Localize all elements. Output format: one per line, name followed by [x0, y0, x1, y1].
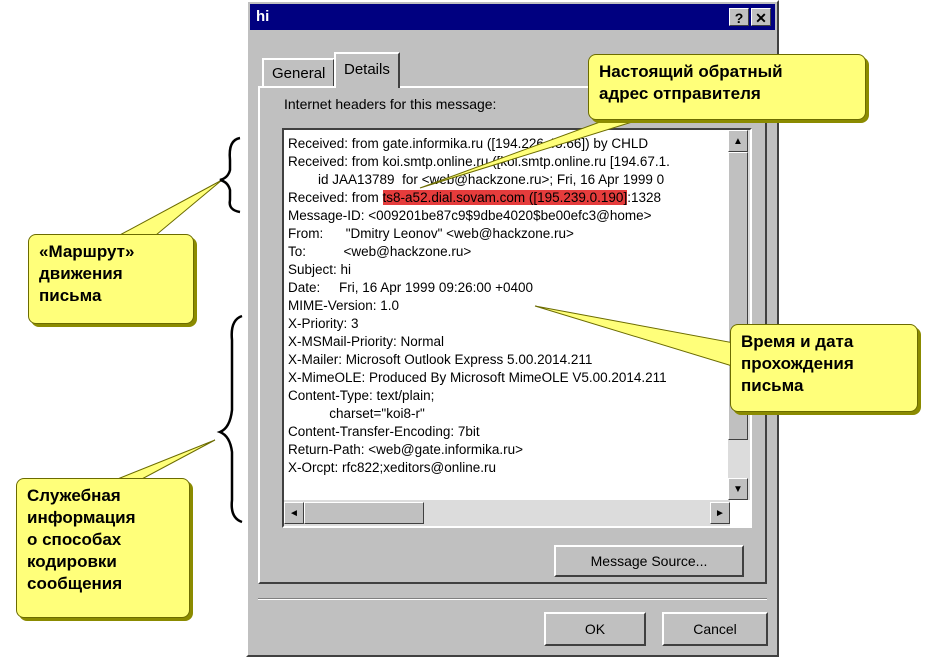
scroll-left-icon[interactable]: ◄	[284, 502, 304, 524]
header-line: Received: from koi.smtp.online.ru ([koi.…	[288, 154, 670, 169]
message-source-button[interactable]: Message Source...	[554, 545, 744, 577]
highlight-prefix: Received: from	[288, 190, 383, 205]
horizontal-scroll-thumb[interactable]	[304, 502, 424, 524]
headers-textbox[interactable]: Received: from gate.informika.ru ([194.2…	[282, 128, 752, 528]
vertical-scrollbar[interactable]: ▲ ▼	[728, 130, 750, 500]
header-line: X-MimeOLE: Produced By Microsoft MimeOLE…	[288, 370, 667, 385]
header-line: Content-Type: text/plain;	[288, 388, 435, 403]
cancel-button[interactable]: Cancel	[662, 612, 768, 646]
route-brace-icon	[219, 136, 241, 214]
header-line: X-Priority: 3	[288, 316, 359, 331]
header-line: From: "Dmitry Leonov" <web@hackzone.ru>	[288, 226, 574, 241]
header-line: MIME-Version: 1.0	[288, 298, 400, 313]
divider	[258, 598, 767, 600]
header-line-highlighted: Received: from ts8-a52.dial.sovam.com ([…	[288, 188, 661, 208]
sender-address-callout: Настоящий обратный адрес отправителя	[588, 54, 866, 120]
service-info-callout: Служебная информация о способах кодировк…	[16, 478, 190, 618]
header-line: Subject: hi	[288, 262, 352, 277]
tab-details[interactable]: Details	[334, 52, 400, 88]
header-line: X-Mailer: Microsoft Outlook Express 5.00…	[288, 352, 593, 367]
header-line: Date: Fri, 16 Apr 1999 09:26:00 +0400	[288, 280, 534, 295]
header-line: Content-Transfer-Encoding: 7bit	[288, 424, 480, 439]
title-bar: hi ? ✕	[250, 4, 775, 30]
header-line: charset="koi8-r"	[288, 406, 425, 421]
route-callout: «Маршрут» движения письма	[28, 234, 194, 324]
datetime-callout: Время и дата прохождения письма	[730, 324, 918, 412]
tab-general[interactable]: General	[262, 58, 336, 86]
ok-button[interactable]: OK	[544, 612, 646, 646]
header-line: Message-ID: <009201be87c9$9dbe4020$be00e…	[288, 208, 652, 223]
scroll-right-icon[interactable]: ►	[710, 502, 730, 524]
scroll-up-icon[interactable]: ▲	[728, 130, 748, 152]
service-brace-icon	[216, 314, 243, 524]
header-line: id JAA13789 for <web@hackzone.ru>; Fri, …	[288, 172, 665, 187]
highlight-suffix: :1328	[627, 190, 661, 205]
horizontal-scrollbar[interactable]: ◄ ►	[284, 500, 730, 526]
headers-caption: Internet headers for this message:	[284, 96, 497, 112]
header-line: Return-Path: <web@gate.informika.ru>	[288, 442, 524, 457]
help-button[interactable]: ?	[729, 8, 749, 26]
dialog-title: hi	[256, 8, 270, 25]
header-line: X-MSMail-Priority: Normal	[288, 334, 445, 349]
route-callout-pointer	[116, 179, 223, 241]
header-line: X-Orcpt: rfc822;xeditors@online.ru	[288, 460, 497, 475]
sender-address-highlight: ts8-a52.dial.sovam.com ([195.239.0.190]	[382, 190, 628, 205]
header-line: Received: from gate.informika.ru ([194.2…	[288, 136, 649, 151]
header-line: To: <web@hackzone.ru>	[288, 244, 472, 259]
close-button[interactable]: ✕	[751, 8, 771, 26]
scroll-down-icon[interactable]: ▼	[728, 478, 748, 500]
